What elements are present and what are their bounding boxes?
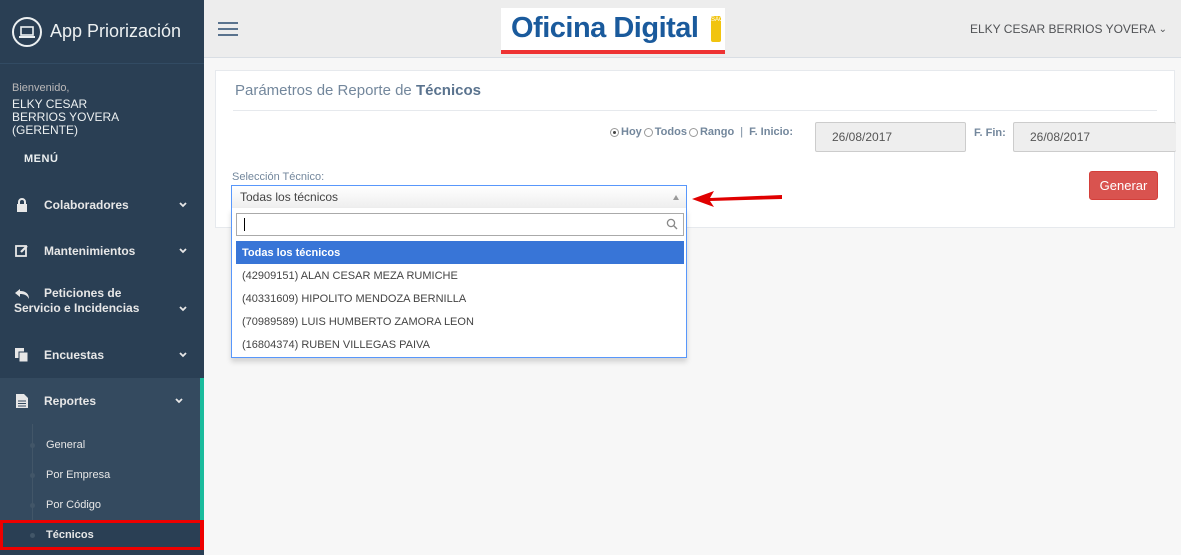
submenu-item-por-empresa[interactable]: Por Empresa xyxy=(0,460,200,490)
option-list: Todas los técnicos (42909151) ALAN CESAR… xyxy=(236,241,684,356)
annotation-arrow-icon xyxy=(692,191,782,207)
option-item[interactable]: (70989589) LUIS HUMBERTO ZAMORA LEON xyxy=(236,310,684,333)
bullet-icon xyxy=(30,502,35,508)
submenu-item-tecnicos[interactable]: Técnicos xyxy=(0,520,204,550)
option-item[interactable]: (40331609) HIPOLITO MENDOZA BERNILLA xyxy=(236,287,684,310)
brand[interactable]: App Priorización xyxy=(0,0,204,64)
top-nav: Oficina Digital SAC ELKY CESAR BERRIOS Y… xyxy=(204,0,1181,58)
tecnico-dropdown: Todas los técnicos (42909151) ALAN CESAR… xyxy=(231,208,687,358)
bullet-icon xyxy=(30,532,35,538)
submenu-item-label: Por Código xyxy=(46,499,102,511)
sidebar-item-label: Peticiones de Servicio e Incidencias xyxy=(14,286,140,315)
logo-underline xyxy=(501,50,725,54)
laptop-icon xyxy=(12,16,42,47)
app-title: App Priorización xyxy=(50,21,182,41)
submenu-item-general[interactable]: General xyxy=(0,430,200,460)
submenu-container: General Por Empresa Por Código Técnicos xyxy=(0,424,204,550)
radio-hoy[interactable] xyxy=(610,127,619,137)
radio-todos-label: Todos xyxy=(654,126,687,138)
radio-rango[interactable] xyxy=(688,127,698,137)
search-icon xyxy=(666,218,678,230)
page-title: Parámetros de Reporte de Técnicos xyxy=(235,82,481,99)
sidebar-item-reportes[interactable]: Reportes xyxy=(0,378,204,424)
title-bold: Técnicos xyxy=(415,82,481,99)
sidebar-item-label: Colaboradores xyxy=(44,198,129,212)
select-value: Todas los técnicos xyxy=(240,190,339,204)
radio-hoy-label: Hoy xyxy=(621,126,642,138)
f-fin-input[interactable]: 26/08/2017 xyxy=(1013,122,1176,152)
reportes-submenu: General Por Empresa Por Código Técnicos xyxy=(0,424,204,550)
logo-text: Oficina Digital xyxy=(511,12,699,44)
f-inicio-label: F. Inicio: xyxy=(749,126,794,138)
file-text-icon xyxy=(14,393,30,409)
sidebar: App Priorización Bienvenido, ELKY CESAR … xyxy=(0,0,204,555)
submenu-item-label: Por Empresa xyxy=(46,469,111,481)
user-dropdown[interactable]: ELKY CESAR BERRIOS YOVERA ⌄ xyxy=(970,22,1167,36)
sidebar-item-colaboradores[interactable]: Colaboradores xyxy=(0,182,204,228)
radio-rango-label: Rango xyxy=(699,126,735,138)
chevron-down-icon xyxy=(179,352,187,358)
caret-up-icon xyxy=(673,195,679,200)
welcome-block: Bienvenido, ELKY CESAR BERRIOS YOVERA (G… xyxy=(0,64,204,137)
tecnico-select-label: Selección Técnico: xyxy=(232,171,325,183)
generar-button[interactable]: Generar xyxy=(1089,171,1158,200)
sidebar-item-label: Mantenimientos xyxy=(44,244,136,258)
chevron-down-icon xyxy=(179,202,187,208)
edit-icon xyxy=(14,243,30,259)
company-logo: Oficina Digital SAC xyxy=(501,8,725,54)
sidebar-item-mantenimientos[interactable]: Mantenimientos xyxy=(0,228,204,274)
separator: | xyxy=(740,126,744,138)
profile-name: ELKY CESAR BERRIOS YOVERA (GERENTE) xyxy=(12,97,119,137)
submenu-item-label: Técnicos xyxy=(46,529,94,541)
welcome-text: Bienvenido, xyxy=(12,82,70,94)
option-item[interactable]: Todas los técnicos xyxy=(236,241,684,264)
logo-sac-badge: SAC xyxy=(711,16,723,42)
submenu-item-por-codigo[interactable]: Por Código xyxy=(0,490,200,520)
chevron-down-icon xyxy=(175,398,183,404)
sidebar-item-label: Reportes xyxy=(44,394,97,408)
f-fin-label: F. Fin: xyxy=(974,127,1006,139)
radio-todos[interactable] xyxy=(643,127,653,137)
sidebar-item-label: Encuestas xyxy=(44,348,105,362)
reply-all-icon xyxy=(14,286,30,302)
title-prefix: Parámetros de Reporte de xyxy=(235,82,412,99)
clone-icon xyxy=(14,347,30,363)
search-input[interactable] xyxy=(237,214,669,235)
date-mode-radios: Hoy Todos Rango | F. Inicio: xyxy=(608,126,793,138)
chevron-down-icon xyxy=(179,306,187,312)
chevron-down-icon xyxy=(179,248,187,254)
search-field[interactable] xyxy=(236,213,684,236)
submenu-item-label: General xyxy=(46,439,86,451)
side-menu: Colaboradores Mantenimientos Peticiones … xyxy=(0,182,204,550)
user-name: ELKY CESAR BERRIOS YOVERA xyxy=(969,22,1156,36)
bullet-icon xyxy=(30,442,35,448)
bullet-icon xyxy=(30,472,35,478)
option-item[interactable]: (42909151) ALAN CESAR MEZA RUMICHE xyxy=(236,264,684,287)
menu-toggle-icon[interactable] xyxy=(218,22,238,36)
chevron-down-icon: ⌄ xyxy=(1158,23,1167,35)
menu-title: MENÚ xyxy=(24,153,59,165)
sidebar-item-peticiones[interactable]: Peticiones de Servicio e Incidencias xyxy=(0,274,204,332)
tecnico-select[interactable]: Todas los técnicos xyxy=(231,185,687,209)
f-inicio-input[interactable]: 26/08/2017 xyxy=(815,122,966,152)
option-item[interactable]: (16804374) RUBEN VILLEGAS PAIVA xyxy=(236,333,684,356)
sidebar-item-encuestas[interactable]: Encuestas xyxy=(0,332,204,378)
divider xyxy=(233,110,1157,111)
lock-icon xyxy=(14,197,30,213)
text-cursor xyxy=(244,218,245,231)
